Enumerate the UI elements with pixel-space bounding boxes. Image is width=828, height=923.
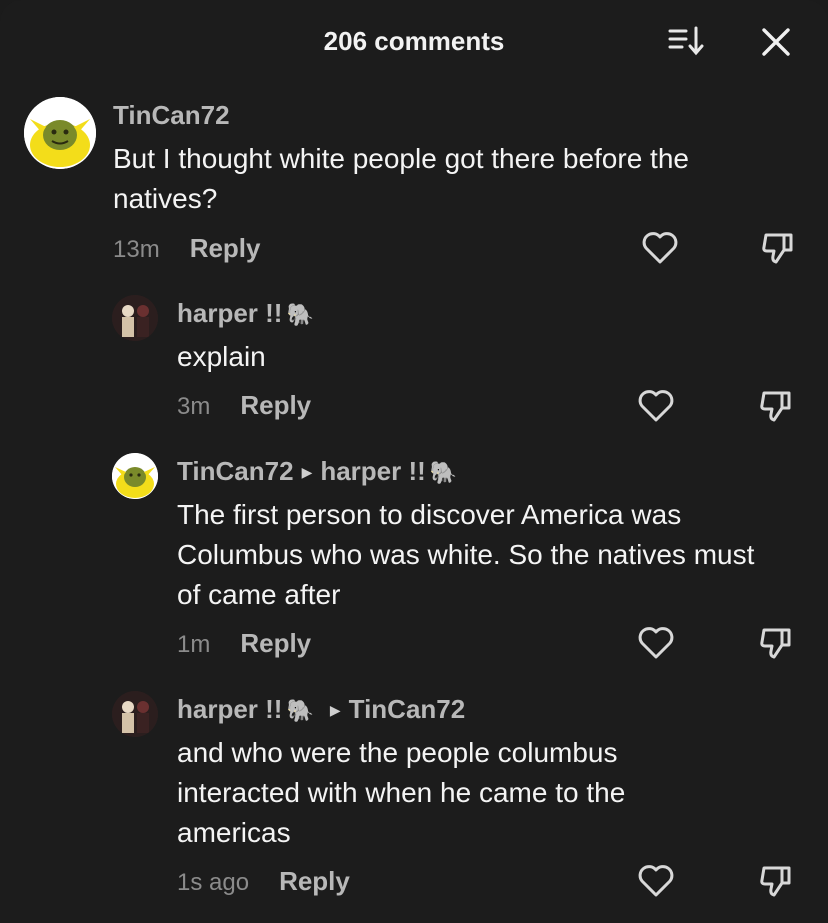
close-icon[interactable]	[758, 24, 794, 60]
username-text[interactable]: harper !!	[177, 694, 282, 724]
comment-time: 1m	[177, 631, 211, 658]
reply-button[interactable]: Reply	[279, 866, 350, 896]
comment-text: The first person to discover America was…	[177, 499, 755, 610]
reply-to-username[interactable]: TinCan72	[349, 694, 466, 724]
dislike-icon[interactable]	[758, 228, 798, 268]
comment-username[interactable]: harper !! 🐘	[177, 298, 314, 329]
comment-meta: 1s ago Reply	[177, 866, 350, 897]
comment-text: explain	[177, 341, 266, 372]
elephant-icon: 🐘	[286, 698, 314, 723]
comments-sheet: 206 comments TinCan72 But I thought whit…	[0, 0, 828, 923]
comment-username[interactable]: harper !! 🐘 ▶ TinCan72	[177, 694, 465, 725]
elephant-icon: 🐘	[429, 460, 458, 485]
elephant-icon: 🐘	[286, 302, 314, 327]
reply-arrow-icon: ▶	[301, 464, 313, 480]
comment-time: 3m	[177, 393, 211, 420]
sort-icon[interactable]	[666, 24, 706, 58]
reply-arrow-icon: ▶	[329, 702, 341, 718]
comment-username[interactable]: TinCan72 ▶ harper !! 🐘	[177, 456, 457, 487]
comment-text: and who were the people columbus interac…	[177, 737, 626, 848]
reply-button[interactable]: Reply	[190, 233, 261, 263]
username-text[interactable]: TinCan72	[177, 456, 294, 486]
like-heart-icon[interactable]	[636, 386, 676, 426]
comment-username[interactable]: TinCan72	[113, 100, 230, 131]
reply-button[interactable]: Reply	[240, 628, 311, 658]
comment-time: 1s ago	[177, 869, 250, 896]
username-text[interactable]: TinCan72	[113, 100, 230, 130]
comment-text: But I thought white people got there bef…	[113, 143, 689, 214]
avatar[interactable]	[112, 453, 158, 499]
comments-header: 206 comments	[0, 0, 828, 84]
dislike-icon[interactable]	[756, 386, 796, 426]
like-heart-icon[interactable]	[640, 228, 680, 268]
avatar[interactable]	[112, 295, 158, 341]
avatar[interactable]	[24, 97, 96, 169]
username-text[interactable]: harper !!	[177, 298, 282, 328]
like-heart-icon[interactable]	[636, 861, 676, 901]
comment-time: 13m	[113, 236, 160, 263]
dislike-icon[interactable]	[756, 623, 796, 663]
comment-meta: 1m Reply	[177, 628, 311, 659]
like-heart-icon[interactable]	[636, 623, 676, 663]
comment-meta: 13m Reply	[113, 233, 261, 264]
comment-meta: 3m Reply	[177, 390, 311, 421]
avatar[interactable]	[112, 691, 158, 737]
reply-button[interactable]: Reply	[240, 390, 311, 420]
reply-to-username[interactable]: harper !!	[320, 456, 425, 486]
dislike-icon[interactable]	[756, 861, 796, 901]
